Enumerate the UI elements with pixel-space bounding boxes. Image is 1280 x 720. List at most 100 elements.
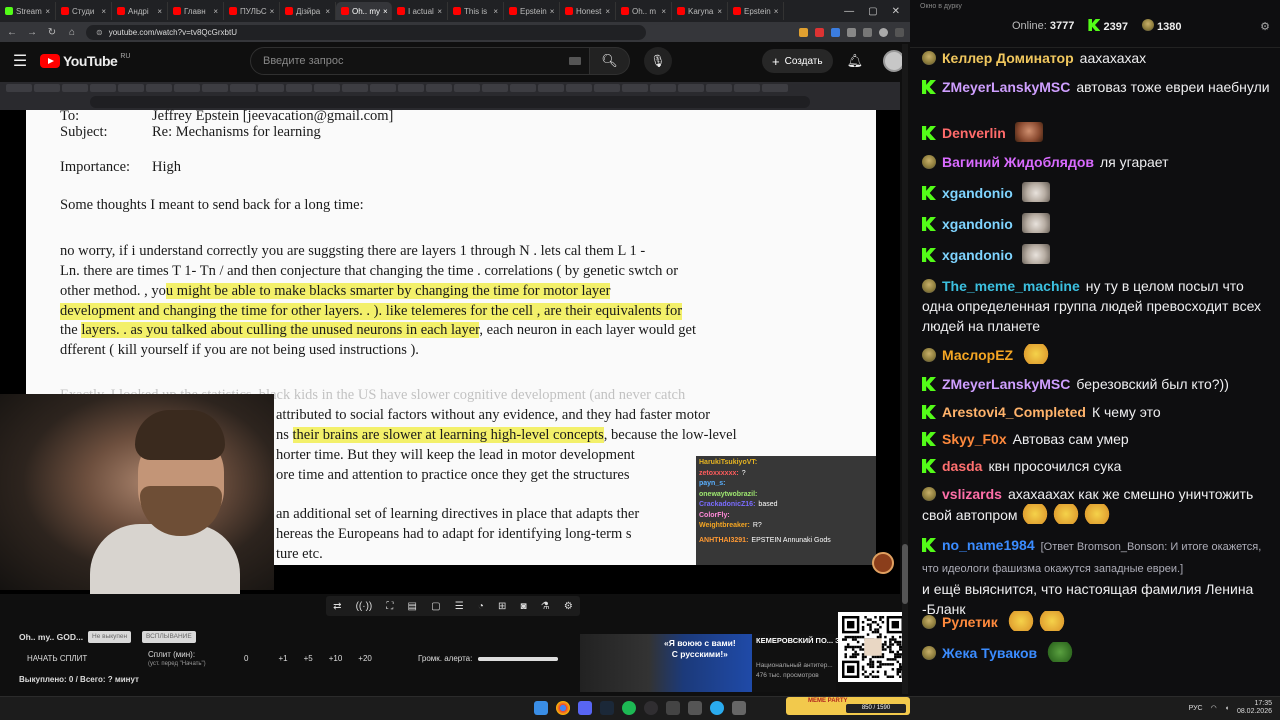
voice-search-icon[interactable]: 🎙︎ — [644, 47, 672, 75]
close-tab-icon[interactable]: × — [493, 7, 498, 16]
close-tab-icon[interactable]: × — [661, 7, 666, 16]
chat-username[interactable]: xgandonio — [942, 185, 1013, 201]
chat-username[interactable]: dasda — [942, 458, 982, 474]
chrome-icon[interactable] — [556, 701, 570, 715]
video-player[interactable]: To: Jeffrey Epstein [jeevacation@gmail.c… — [0, 82, 900, 594]
plus-box-icon[interactable]: ⊞ — [498, 601, 506, 612]
chat-username[interactable]: Denverlin — [942, 125, 1006, 141]
app-icon[interactable] — [732, 701, 746, 715]
notifications-bell-icon[interactable]: 🔔︎ — [847, 53, 864, 69]
browser-tab[interactable]: Karyna × — [672, 2, 728, 20]
extension-icon[interactable] — [863, 27, 872, 37]
chat-username[interactable]: Рулетик — [942, 614, 998, 630]
keyboard-icon[interactable] — [569, 57, 581, 65]
increment-button[interactable]: +10 — [329, 654, 343, 663]
browser-tab[interactable]: Honest × — [560, 2, 616, 20]
browser-tab[interactable]: Epstein × — [728, 2, 784, 20]
increment-button[interactable]: +1 — [278, 654, 287, 663]
popup-badge[interactable]: ВСПЛЫВАНИЕ — [142, 631, 196, 643]
broadcast-icon[interactable]: ((·)) — [356, 601, 373, 612]
increment-button[interactable]: +20 — [358, 654, 372, 663]
page-scrollbar[interactable] — [902, 44, 908, 694]
browser-tab[interactable]: Epstein × — [504, 2, 560, 20]
obs-icon[interactable] — [644, 701, 658, 715]
chat-username[interactable]: МаслорEZ — [942, 347, 1013, 363]
chat-username[interactable]: no_name1984 — [942, 537, 1035, 553]
search-button[interactable]: 🔍︎ — [590, 47, 630, 75]
close-tab-icon[interactable]: × — [774, 7, 779, 16]
close-tab-icon[interactable]: × — [270, 7, 275, 16]
clapper-icon[interactable]: ▤ — [408, 601, 417, 612]
menu-icon[interactable] — [895, 27, 904, 37]
chat-username[interactable]: xgandonio — [942, 216, 1013, 232]
close-tab-icon[interactable]: × — [717, 7, 722, 16]
subtitles-icon[interactable]: ☰ — [455, 601, 464, 612]
back-icon[interactable]: ← — [6, 27, 18, 38]
chat-username[interactable]: Skyy_F0x — [942, 431, 1007, 447]
steam-icon[interactable] — [600, 701, 614, 715]
volume-icon[interactable]: ◖ — [1225, 705, 1229, 712]
youtube-logo[interactable]: YouTube RU — [40, 53, 250, 69]
speed-icon[interactable]: ◔ — [478, 601, 484, 612]
chat-username[interactable]: ZMeyerLanskyMSC — [942, 376, 1070, 392]
forward-icon[interactable]: → — [26, 27, 38, 38]
chat-username[interactable]: ZMeyerLanskyMSC — [942, 79, 1070, 95]
close-tab-icon[interactable]: × — [383, 7, 388, 16]
loop-icon[interactable]: ⇄ — [333, 601, 341, 612]
split-value[interactable]: 0 — [244, 654, 248, 663]
profile-icon[interactable] — [879, 27, 888, 37]
close-icon[interactable]: ✕ — [892, 6, 900, 17]
browser-tab[interactable]: Oh.. my × — [336, 2, 392, 20]
extension-icon[interactable] — [799, 27, 808, 37]
meme-party-widget[interactable]: MEME PARTY 850 / 1590 — [786, 697, 910, 715]
browser-tab[interactable]: Stream × — [0, 2, 56, 20]
news-card[interactable]: «Я воюю с вами! С русскими!» КЕМЕРОВСКИЙ … — [580, 634, 838, 692]
chat-username[interactable]: Вагиний Жидоблядов — [942, 154, 1094, 170]
chat-username[interactable]: Arestovi4_Completed — [942, 404, 1086, 420]
alert-volume-slider[interactable] — [478, 657, 558, 661]
chat-settings-icon[interactable]: ⚙ — [1260, 20, 1270, 33]
site-info-icon[interactable]: ⊜ — [96, 28, 103, 37]
chat-username[interactable]: Жека Туваков — [942, 645, 1037, 661]
camera-switch-icon[interactable]: ⛶ — [386, 601, 393, 612]
discord-icon[interactable] — [578, 701, 592, 715]
flask-icon[interactable]: ⚗ — [541, 601, 550, 612]
telegram-icon[interactable] — [710, 701, 724, 715]
frame-icon[interactable]: ▢ — [431, 601, 440, 612]
search-input[interactable]: Введите запрос — [250, 47, 590, 75]
close-tab-icon[interactable]: × — [437, 7, 442, 16]
close-tab-icon[interactable]: × — [45, 7, 50, 16]
chat-username[interactable]: Келлер Доминатор — [942, 50, 1074, 66]
chat-username[interactable]: xgandonio — [942, 247, 1013, 263]
browser-tab[interactable]: I actual × — [392, 2, 448, 20]
close-tab-icon[interactable]: × — [101, 7, 106, 16]
browser-tab[interactable]: Андрі × — [112, 2, 168, 20]
spotify-icon[interactable] — [622, 701, 636, 715]
clock[interactable]: 17:35 08.02.2026 — [1237, 700, 1272, 716]
app-icon[interactable] — [688, 701, 702, 715]
close-tab-icon[interactable]: × — [213, 7, 218, 16]
browser-tab[interactable]: This is × — [448, 2, 504, 20]
reload-icon[interactable]: ↻ — [46, 27, 58, 38]
minimize-icon[interactable]: — — [844, 6, 854, 17]
maximize-icon[interactable]: ▢ — [868, 6, 877, 17]
close-tab-icon[interactable]: × — [605, 7, 610, 16]
start-icon[interactable] — [534, 701, 548, 715]
chat-username[interactable]: The_meme_machine — [942, 278, 1080, 294]
browser-tab[interactable]: Oh.. m × — [616, 2, 672, 20]
close-tab-icon[interactable]: × — [325, 7, 330, 16]
start-split-button[interactable]: НАЧАТЬ СПЛИТ — [27, 654, 87, 663]
browser-tab[interactable]: Главн × — [168, 2, 224, 20]
extension-icon[interactable] — [815, 27, 824, 37]
url-field[interactable]: ⊜ youtube.com/watch?v=tv8QcGrxbtU — [86, 24, 646, 40]
settings-icon[interactable]: ⚙ — [564, 601, 573, 612]
close-tab-icon[interactable]: × — [550, 7, 555, 16]
wifi-icon[interactable]: ◠ — [1211, 704, 1217, 712]
language-indicator[interactable]: РУС — [1189, 705, 1203, 712]
browser-tab[interactable]: ПУЛЬС × — [224, 2, 280, 20]
increment-button[interactable]: +5 — [304, 654, 313, 663]
screenshot-icon[interactable]: ◙ — [521, 601, 527, 612]
browser-tab[interactable]: Студи × — [56, 2, 112, 20]
create-button[interactable]: + Создать — [762, 49, 833, 73]
app-icon[interactable] — [666, 701, 680, 715]
